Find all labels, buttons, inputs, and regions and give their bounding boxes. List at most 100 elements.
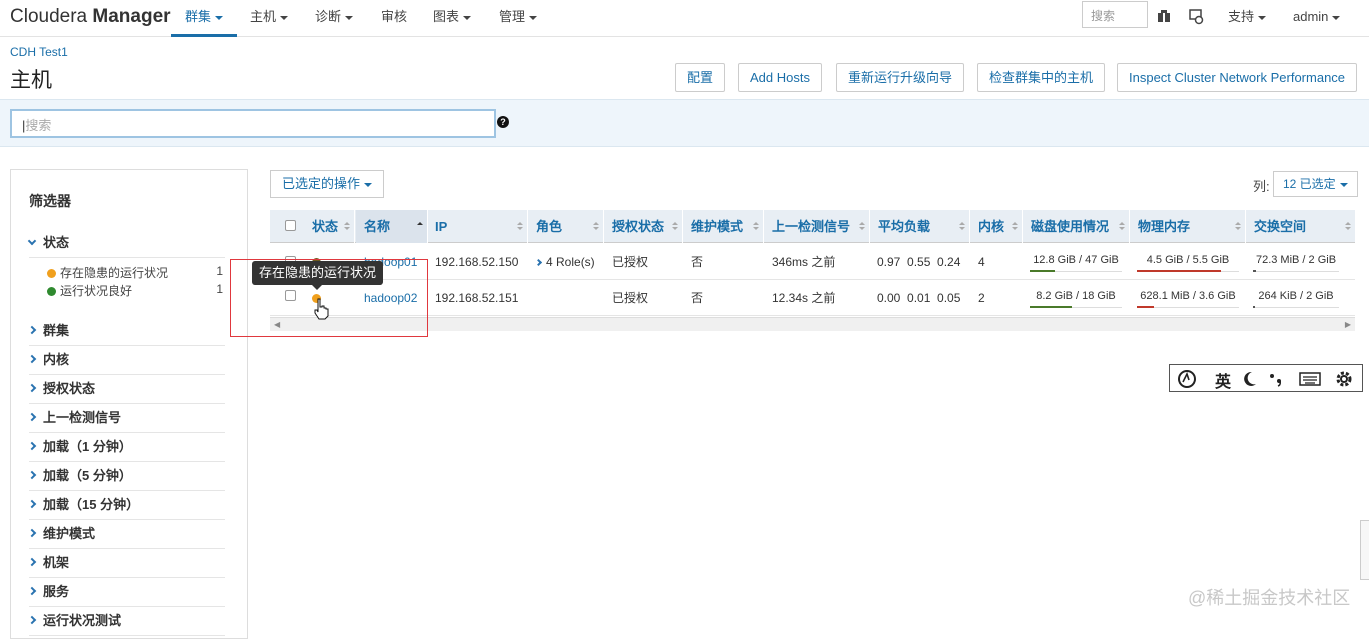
ime-language-toggle[interactable]: 英 xyxy=(1215,368,1231,392)
disk-usage-meter: 12.8 GiB / 47 GiB xyxy=(1030,252,1122,272)
global-search-input[interactable]: 搜索 xyxy=(1082,1,1148,28)
column-ip[interactable]: IP xyxy=(428,210,528,243)
filter-section-rack[interactable]: 机架 xyxy=(27,552,225,578)
columns-label: 列: xyxy=(1253,179,1270,194)
filter-section-health-tests[interactable]: 运行状况测试 xyxy=(27,610,225,636)
help-icon[interactable]: ? xyxy=(497,116,509,128)
page-title: 主机 xyxy=(10,69,52,92)
concerning-health-icon xyxy=(47,269,56,278)
horizontal-scrollbar[interactable]: ◀ ▶ xyxy=(270,317,1355,331)
heartbeat-cell: 12.34s 之前 xyxy=(772,291,836,305)
filter-item-good[interactable]: 运行状况良好 1 xyxy=(47,282,223,299)
filter-section-services[interactable]: 服务 xyxy=(27,581,225,607)
filter-section-heartbeat[interactable]: 上一检测信号 xyxy=(27,407,225,433)
keyboard-icon[interactable] xyxy=(1299,371,1321,387)
roles-link[interactable]: 4 Role(s) xyxy=(534,244,595,280)
chevron-right-icon xyxy=(27,528,37,538)
parcel-icon[interactable] xyxy=(1155,7,1173,25)
heartbeat-cell: 346ms 之前 xyxy=(772,255,836,269)
column-maintenance[interactable]: 维护模式 xyxy=(683,210,764,243)
select-all-checkbox[interactable] xyxy=(285,220,296,231)
chevron-down-icon xyxy=(27,236,37,246)
watermark: @稀土掘金技术社区 xyxy=(1188,588,1351,608)
column-disk[interactable]: 磁盘使用情况 xyxy=(1023,210,1130,243)
chevron-right-icon xyxy=(27,412,37,422)
chevron-right-icon xyxy=(27,441,37,451)
filter-item-concerning[interactable]: 存在隐患的运行状况 1 xyxy=(47,264,223,281)
memory-usage-meter: 628.1 MiB / 3.6 GiB xyxy=(1137,288,1239,308)
chevron-right-icon xyxy=(27,615,37,625)
filter-section-load5[interactable]: 加载（5 分钟） xyxy=(27,465,225,491)
column-authorization[interactable]: 授权状态 xyxy=(604,210,683,243)
column-swap[interactable]: 交换空间 xyxy=(1246,210,1355,243)
column-heartbeat[interactable]: 上一检测信号 xyxy=(764,210,870,243)
column-memory[interactable]: 物理内存 xyxy=(1130,210,1246,243)
ime-logo-icon[interactable] xyxy=(1176,369,1198,389)
inspect-network-button[interactable]: Inspect Cluster Network Performance xyxy=(1117,63,1358,92)
nav-cluster[interactable]: 群集 xyxy=(171,0,238,37)
filters-panel: 筛选器 状态 存在隐患的运行状况 1 运行状况良好 1 群集 内核 授权状态 上一检… xyxy=(10,169,248,639)
auth-cell: 已授权 xyxy=(612,291,649,305)
maintenance-cell: 否 xyxy=(691,291,704,305)
chevron-right-icon xyxy=(27,383,37,393)
filter-section-cluster[interactable]: 群集 xyxy=(27,320,225,346)
add-hosts-button[interactable]: Add Hosts xyxy=(738,63,822,92)
filter-section-authorization[interactable]: 授权状态 xyxy=(27,378,225,404)
top-navbar: Cloudera Manager 群集 主机 诊断 审核 图表 管理 搜索 支持… xyxy=(0,0,1369,37)
rerun-upgrade-wizard-button[interactable]: 重新运行升级向导 xyxy=(836,63,965,92)
swap-usage-meter: 72.3 MiB / 2 GiB xyxy=(1253,252,1339,272)
chevron-right-icon xyxy=(534,258,543,267)
filters-title: 筛选器 xyxy=(29,193,71,209)
cores-cell: 2 xyxy=(978,291,985,305)
side-edge-tab[interactable] xyxy=(1360,520,1369,580)
breadcrumb-cluster[interactable]: CDH Test1 xyxy=(10,45,68,59)
disk-usage-meter: 8.2 GiB / 18 GiB xyxy=(1030,288,1122,308)
filter-section-load15[interactable]: 加载（15 分钟） xyxy=(27,494,225,520)
support-menu[interactable]: 支持 xyxy=(1228,0,1267,37)
chevron-right-icon xyxy=(27,586,37,596)
chevron-right-icon xyxy=(27,557,37,567)
column-status[interactable]: 状态 xyxy=(304,210,355,243)
column-load[interactable]: 平均负载 xyxy=(870,210,970,243)
chevron-right-icon xyxy=(27,470,37,480)
host-search-input[interactable]: |搜索 xyxy=(10,109,496,138)
table-row: hadoop01 192.168.52.150 4 Role(s) 已授权 否 … xyxy=(270,244,1355,280)
scroll-right-icon[interactable]: ▶ xyxy=(1345,320,1351,329)
filter-section-load1[interactable]: 加载（1 分钟） xyxy=(27,436,225,462)
inspect-hosts-button[interactable]: 检查群集中的主机 xyxy=(977,63,1106,92)
table-row: hadoop02 192.168.52.151 已授权 否 12.34s 之前 … xyxy=(270,280,1355,316)
cores-cell: 4 xyxy=(978,255,985,269)
columns-dropdown[interactable]: 12 已选定 xyxy=(1273,171,1358,197)
nav-audit[interactable]: 审核 xyxy=(381,0,407,37)
auth-cell: 已授权 xyxy=(612,255,649,269)
maintenance-cell: 否 xyxy=(691,255,704,269)
selected-actions-dropdown[interactable]: 已选定的操作 xyxy=(270,170,385,198)
filter-section-cores[interactable]: 内核 xyxy=(27,349,225,375)
chevron-right-icon xyxy=(27,325,37,335)
punctuation-icon[interactable] xyxy=(1268,370,1286,388)
column-name[interactable]: 名称 xyxy=(356,210,428,243)
column-roles[interactable]: 角色 xyxy=(528,210,604,243)
column-cores[interactable]: 内核 xyxy=(970,210,1023,243)
nav-hosts[interactable]: 主机 xyxy=(250,0,289,37)
good-health-icon xyxy=(47,287,56,296)
load-cell: 0.97 0.55 0.24 xyxy=(877,255,961,269)
ime-toolbar: 英 xyxy=(1169,364,1363,392)
commands-icon[interactable] xyxy=(1187,7,1205,25)
nav-diagnostics[interactable]: 诊断 xyxy=(315,0,354,37)
brand-logo[interactable]: Cloudera Manager xyxy=(10,6,171,28)
filter-section-maintenance[interactable]: 维护模式 xyxy=(27,523,225,549)
config-button[interactable]: 配置 xyxy=(675,63,726,92)
filter-section-status[interactable]: 状态 xyxy=(27,232,225,258)
user-menu[interactable]: admin xyxy=(1293,0,1341,37)
moon-icon[interactable] xyxy=(1242,370,1258,388)
ip-cell: 192.168.52.150 xyxy=(435,255,519,269)
nav-admin[interactable]: 管理 xyxy=(499,0,538,37)
highlight-box xyxy=(230,259,428,337)
nav-charts[interactable]: 图表 xyxy=(433,0,472,37)
gear-icon[interactable] xyxy=(1334,369,1354,389)
load-cell: 0.00 0.01 0.05 xyxy=(877,291,961,305)
chevron-right-icon xyxy=(27,499,37,509)
swap-usage-meter: 264 KiB / 2 GiB xyxy=(1253,288,1339,308)
ip-cell: 192.168.52.151 xyxy=(435,291,519,305)
